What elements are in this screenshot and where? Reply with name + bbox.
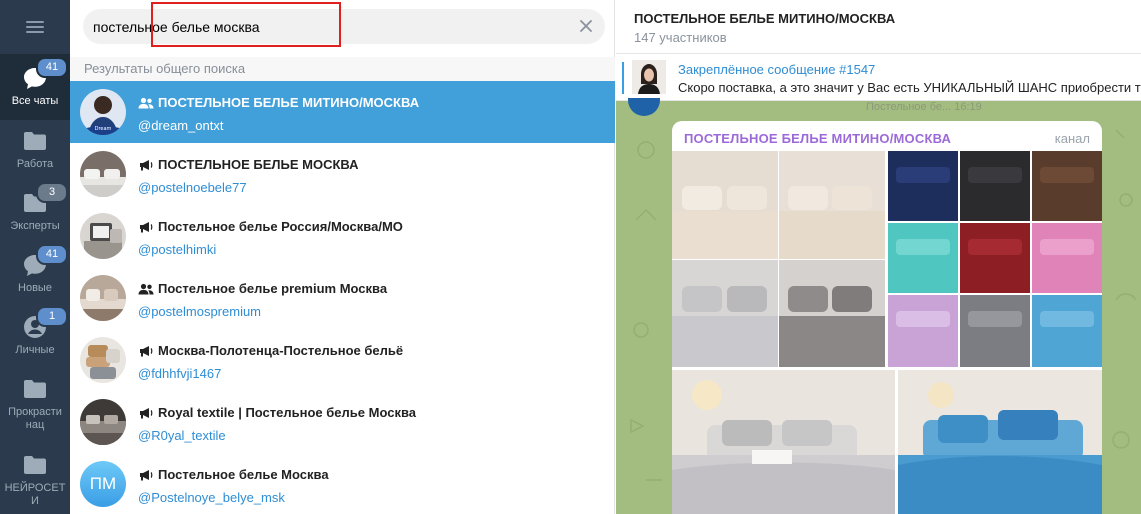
avatar <box>80 213 126 259</box>
result-username: @postelmospremium <box>138 304 262 319</box>
search-result-row[interactable]: Постельное белье premium Москва @postelm… <box>70 267 615 329</box>
result-username: @postelnoebele77 <box>138 180 247 195</box>
post-kind-label: канал <box>1054 131 1090 146</box>
photo-bedding-color-grid[interactable] <box>888 151 1102 367</box>
folder-icon <box>22 128 48 154</box>
result-title: ПОСТЕЛЬНОЕ БЕЛЬЕ МИТИНО/МОСКВА <box>158 95 420 110</box>
channel-icon <box>140 407 153 418</box>
folder-label: Эксперты <box>10 220 60 232</box>
close-icon[interactable] <box>577 17 595 35</box>
unread-badge: 1 <box>36 306 68 327</box>
member-count: 147 участников <box>634 30 727 45</box>
folder-experts[interactable]: 3 Эксперты <box>0 182 70 242</box>
folder-label: Прокрасти нац <box>8 406 62 431</box>
avatar <box>80 399 126 445</box>
avatar <box>80 151 126 197</box>
unread-badge: 41 <box>36 244 68 265</box>
message-bubble[interactable]: ПОСТЕЛЬНОЕ БЕЛЬЕ МИТИНО/МОСКВА канал <box>672 121 1102 514</box>
search-result-row[interactable]: ПМ Постельное белье Москва @Postelnoye_b… <box>70 453 615 514</box>
avatar: ПМ <box>80 461 126 507</box>
folder-personal[interactable]: 1 Личные <box>0 306 70 366</box>
folder-label: НЕЙРОСЕТ И <box>4 482 66 507</box>
folder-icon <box>22 376 48 402</box>
result-title: Постельное белье premium Москва <box>158 281 388 296</box>
photo-bedding-beige-grey[interactable] <box>672 151 885 367</box>
avatar <box>80 275 126 321</box>
photo-bedding-blue[interactable] <box>898 370 1102 514</box>
chat-title: ПОСТЕЛЬНОЕ БЕЛЬЕ МИТИНО/МОСКВА <box>634 11 896 26</box>
channel-icon <box>140 345 153 356</box>
chats-icon: 41 <box>22 244 68 278</box>
pinned-text: Скоро поставка, а это значит у Вас есть … <box>678 80 1141 95</box>
result-title: Постельное белье Москва <box>158 467 329 482</box>
result-username: @R0yal_textile <box>138 428 226 443</box>
channel-icon <box>140 469 153 480</box>
chat-panel: ПОСТЕЛЬНОЕ БЕЛЬЕ МИТИНО/МОСКВА 147 участ… <box>616 0 1141 514</box>
search-result-row[interactable]: Постельное белье Россия/Москва/МО @poste… <box>70 205 615 267</box>
folder-label: Работа <box>16 158 54 170</box>
pinned-indicator <box>622 62 624 94</box>
previous-message-meta: Постельное бе... 16:19 <box>866 101 982 113</box>
folder-new[interactable]: 41 Новые <box>0 244 70 304</box>
search-result-row[interactable]: ПОСТЕЛЬНОЕ БЕЛЬЕ МОСКВА @postelnoebele77 <box>70 143 615 205</box>
hamburger-icon <box>26 21 44 33</box>
photo-bedding-light-grey[interactable] <box>672 370 895 514</box>
folder-icon: 3 <box>22 182 68 216</box>
search-result-row[interactable]: Royal textile | Постельное белье Москва … <box>70 391 615 453</box>
pinned-thumbnail <box>632 60 666 94</box>
folder-procrastination[interactable]: Прокрасти нац <box>0 376 70 440</box>
group-icon <box>138 283 154 294</box>
folder-label: Личные <box>15 344 55 356</box>
result-title: ПОСТЕЛЬНОЕ БЕЛЬЕ МОСКВА <box>158 157 359 172</box>
post-author: ПОСТЕЛЬНОЕ БЕЛЬЕ МИТИНО/МОСКВА <box>684 131 952 146</box>
search-input[interactable] <box>93 11 273 42</box>
svg-text:Dream: Dream <box>95 126 112 132</box>
result-username: @Postelnoye_belye_msk <box>138 490 285 505</box>
result-title: Москва-Полотенца-Постельное бельё <box>158 343 404 358</box>
channel-icon <box>140 221 153 232</box>
folder-neural[interactable]: НЕЙРОСЕТ И <box>0 452 70 514</box>
search-result-row[interactable]: Москва-Полотенца-Постельное бельё @fdhhf… <box>70 329 615 391</box>
result-title: Royal textile | Постельное белье Москва <box>158 405 417 420</box>
folder-work[interactable]: Работа <box>0 128 70 180</box>
user-icon: 1 <box>22 306 68 340</box>
unread-badge: 3 <box>36 182 68 203</box>
folder-label: Все чаты <box>11 95 59 107</box>
avatar <box>80 337 126 383</box>
search-result-row[interactable]: Dream ПОСТЕЛЬНОЕ БЕЛЬЕ МИТИНО/МОСКВА @dr… <box>70 81 615 143</box>
group-icon <box>138 97 154 108</box>
chats-icon: 41 <box>22 57 68 91</box>
section-header: Результаты общего поиска <box>70 57 615 81</box>
folder-label: Новые <box>18 282 52 294</box>
folder-all-chats[interactable]: 41 Все чаты <box>0 54 70 120</box>
result-username: @fdhhfvji1467 <box>138 366 222 381</box>
folder-icon <box>22 452 48 478</box>
channel-icon <box>140 159 153 170</box>
result-username: @postelhimki <box>138 242 217 257</box>
search-box[interactable] <box>83 9 605 44</box>
unread-badge: 41 <box>36 57 68 78</box>
search-panel: Результаты общего поиска Dream ПОСТЕЛЬНО… <box>70 0 615 514</box>
avatar: Dream <box>80 89 126 135</box>
pinned-message[interactable]: Закреплённое сообщение #1547 Скоро поста… <box>616 54 1141 101</box>
pinned-title: Закреплённое сообщение #1547 <box>678 62 876 77</box>
menu-button[interactable] <box>0 0 70 54</box>
result-title: Постельное белье Россия/Москва/МО <box>158 219 403 234</box>
folder-rail: 41 Все чаты Работа 3 Эксперты 41 Новые 1… <box>0 0 70 514</box>
result-username: @dream_ontxt <box>138 118 224 133</box>
chat-header[interactable]: ПОСТЕЛЬНОЕ БЕЛЬЕ МИТИНО/МОСКВА 147 участ… <box>616 0 1141 54</box>
